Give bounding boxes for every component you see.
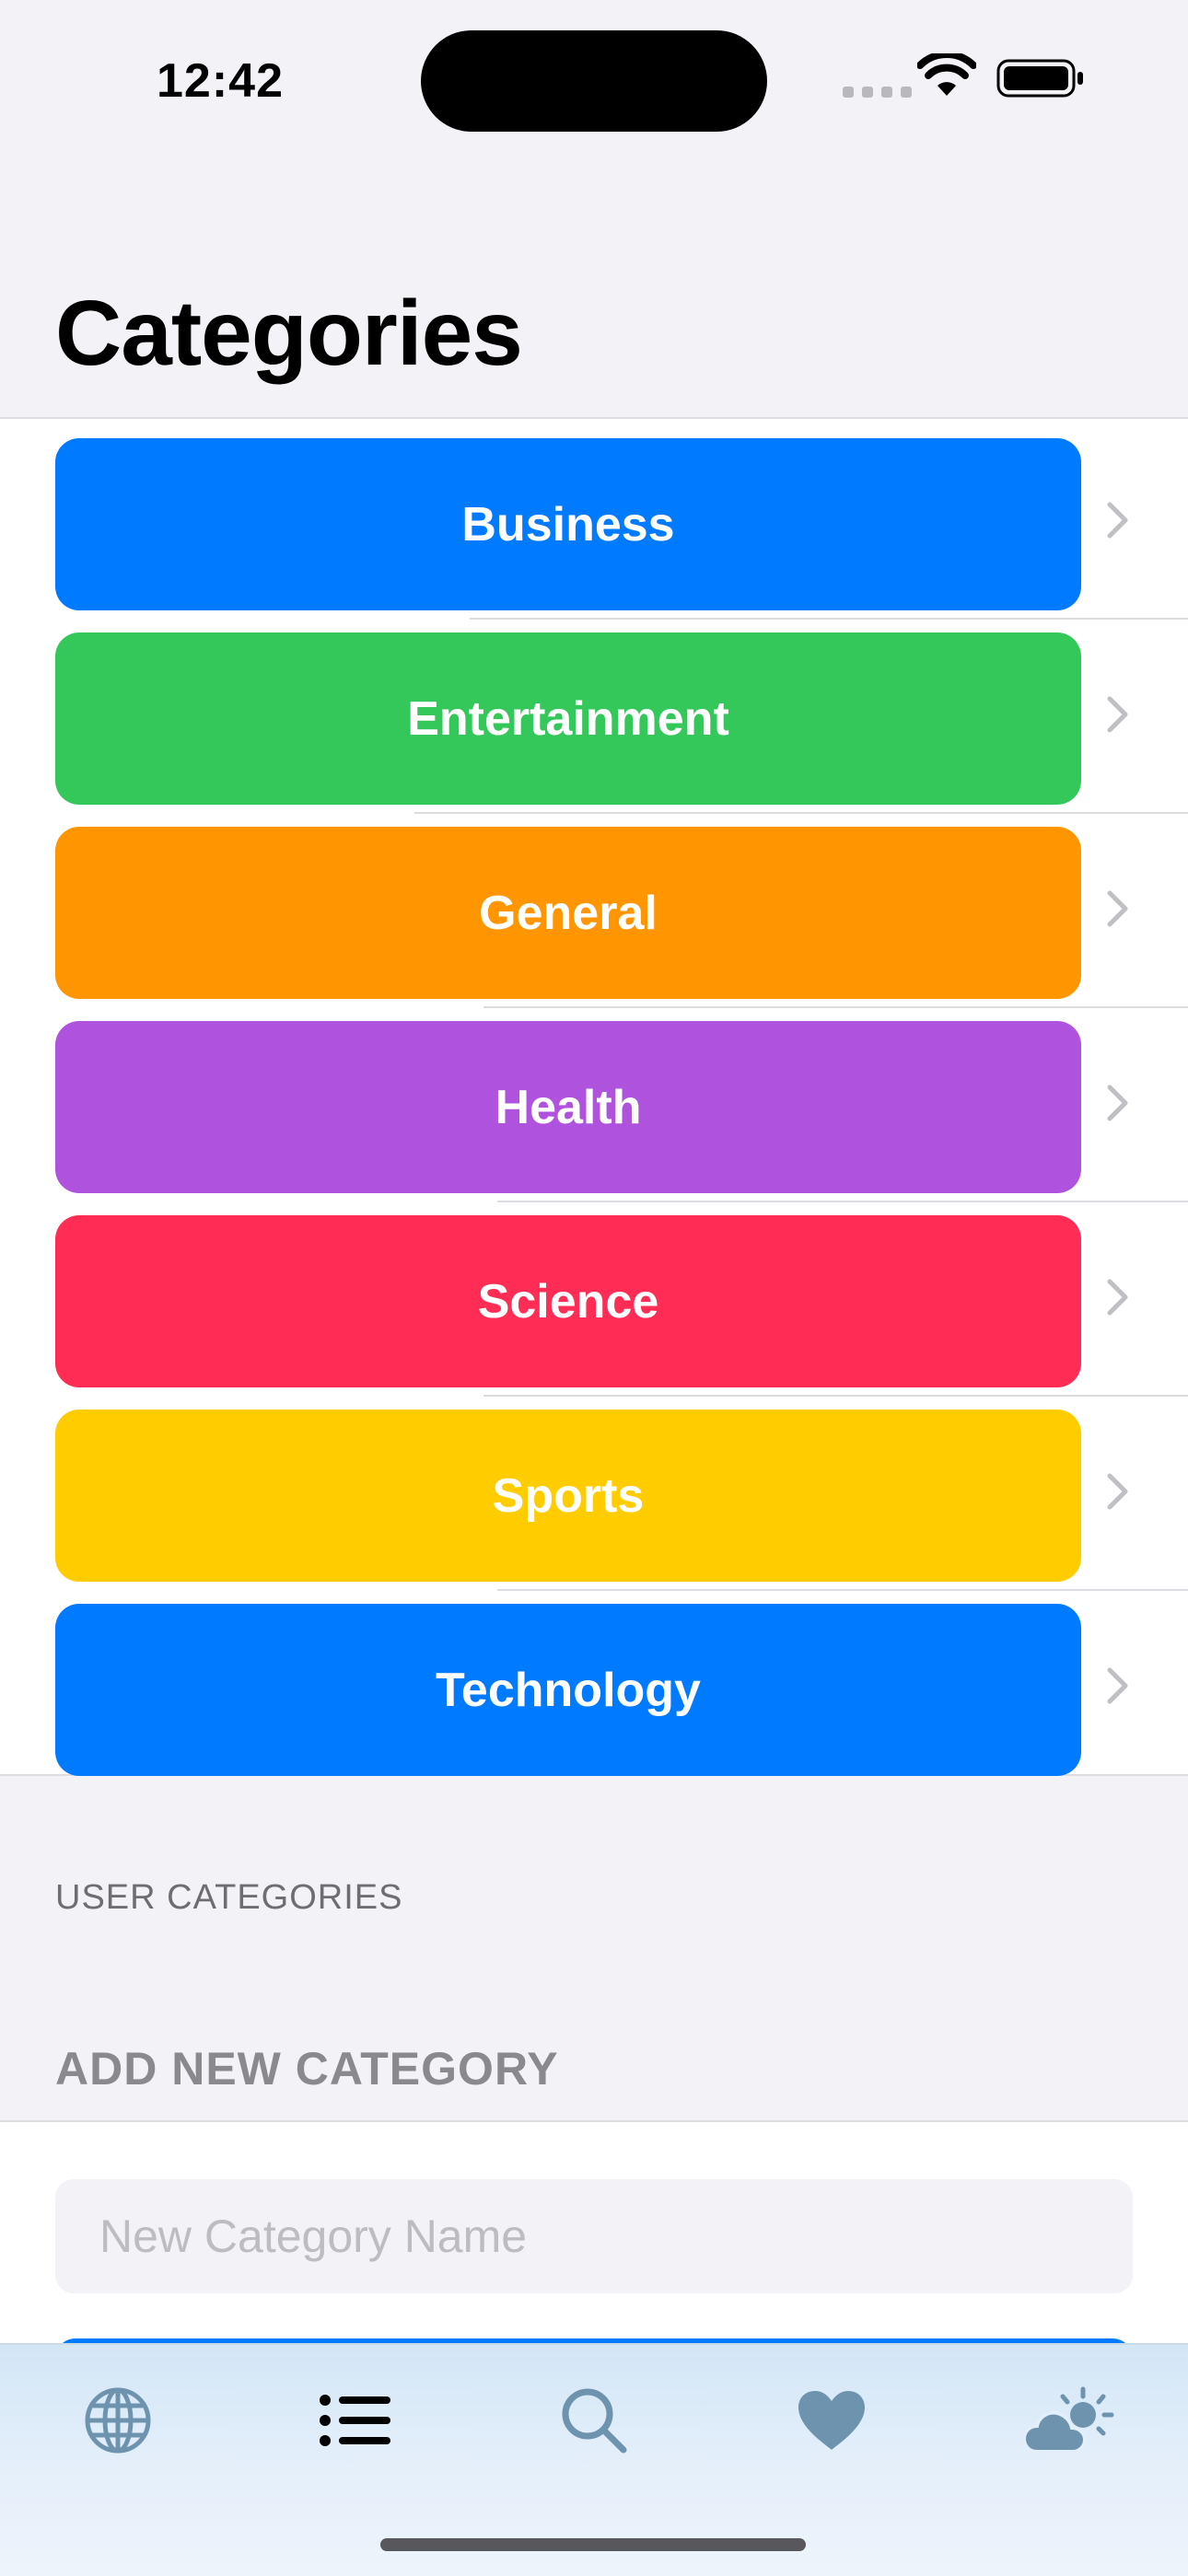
heart-icon (798, 2391, 865, 2450)
tab-weather[interactable] (1015, 2365, 1125, 2476)
tab-globe[interactable] (63, 2365, 173, 2476)
category-row[interactable]: Technology (0, 1594, 1188, 1788)
status-time: 12:42 (157, 54, 284, 108)
chevron-right-icon (1107, 502, 1128, 539)
add-category-header: ADD NEW CATEGORY (55, 2043, 559, 2094)
category-button[interactable]: Health (55, 1021, 1081, 1193)
category-button[interactable]: Entertainment (55, 632, 1081, 805)
category-row[interactable]: Business (0, 428, 1188, 622)
row-separator (414, 812, 1188, 814)
dynamic-island (421, 30, 767, 132)
category-button[interactable]: Sports (55, 1410, 1081, 1582)
user-categories-label: USER CATEGORIES (55, 1878, 403, 1917)
category-row[interactable]: Health (0, 1011, 1188, 1205)
chevron-right-icon (1107, 1085, 1128, 1121)
home-indicator (380, 2538, 806, 2551)
category-row[interactable]: Entertainment (0, 622, 1188, 817)
search-icon (562, 2388, 627, 2454)
chevron-right-icon (1107, 1279, 1128, 1316)
cloud-sun-icon (1022, 2386, 1114, 2454)
list-icon (320, 2395, 390, 2446)
row-separator (470, 618, 1188, 620)
chevron-right-icon (1107, 696, 1128, 733)
category-button[interactable]: General (55, 827, 1081, 999)
category-button[interactable]: Business (55, 438, 1081, 610)
chevron-right-icon (1107, 1473, 1128, 1510)
new-category-input[interactable] (55, 2179, 1133, 2293)
wifi-icon (917, 53, 976, 96)
battery-icon (996, 59, 1083, 98)
row-separator (497, 1201, 1188, 1202)
tab-search[interactable] (539, 2365, 649, 2476)
status-bar: 12:42 (0, 0, 1188, 157)
chevron-right-icon (1107, 890, 1128, 927)
globe-icon (85, 2387, 151, 2454)
row-separator (483, 1395, 1188, 1397)
chevron-right-icon (1107, 1667, 1128, 1704)
category-row[interactable]: General (0, 817, 1188, 1011)
category-row[interactable]: Science (0, 1205, 1188, 1399)
cellular-signal-icon (843, 87, 912, 98)
row-separator (483, 1006, 1188, 1008)
row-separator (497, 1589, 1188, 1591)
page-title: Categories (55, 282, 523, 385)
category-button[interactable]: Science (55, 1215, 1081, 1387)
category-button[interactable]: Technology (55, 1604, 1081, 1776)
tab-favorites[interactable] (776, 2365, 887, 2476)
tab-categories[interactable] (300, 2365, 411, 2476)
category-list: Business Entertainment General Health Scienc… (0, 417, 1188, 1776)
category-row[interactable]: Sports (0, 1399, 1188, 1594)
